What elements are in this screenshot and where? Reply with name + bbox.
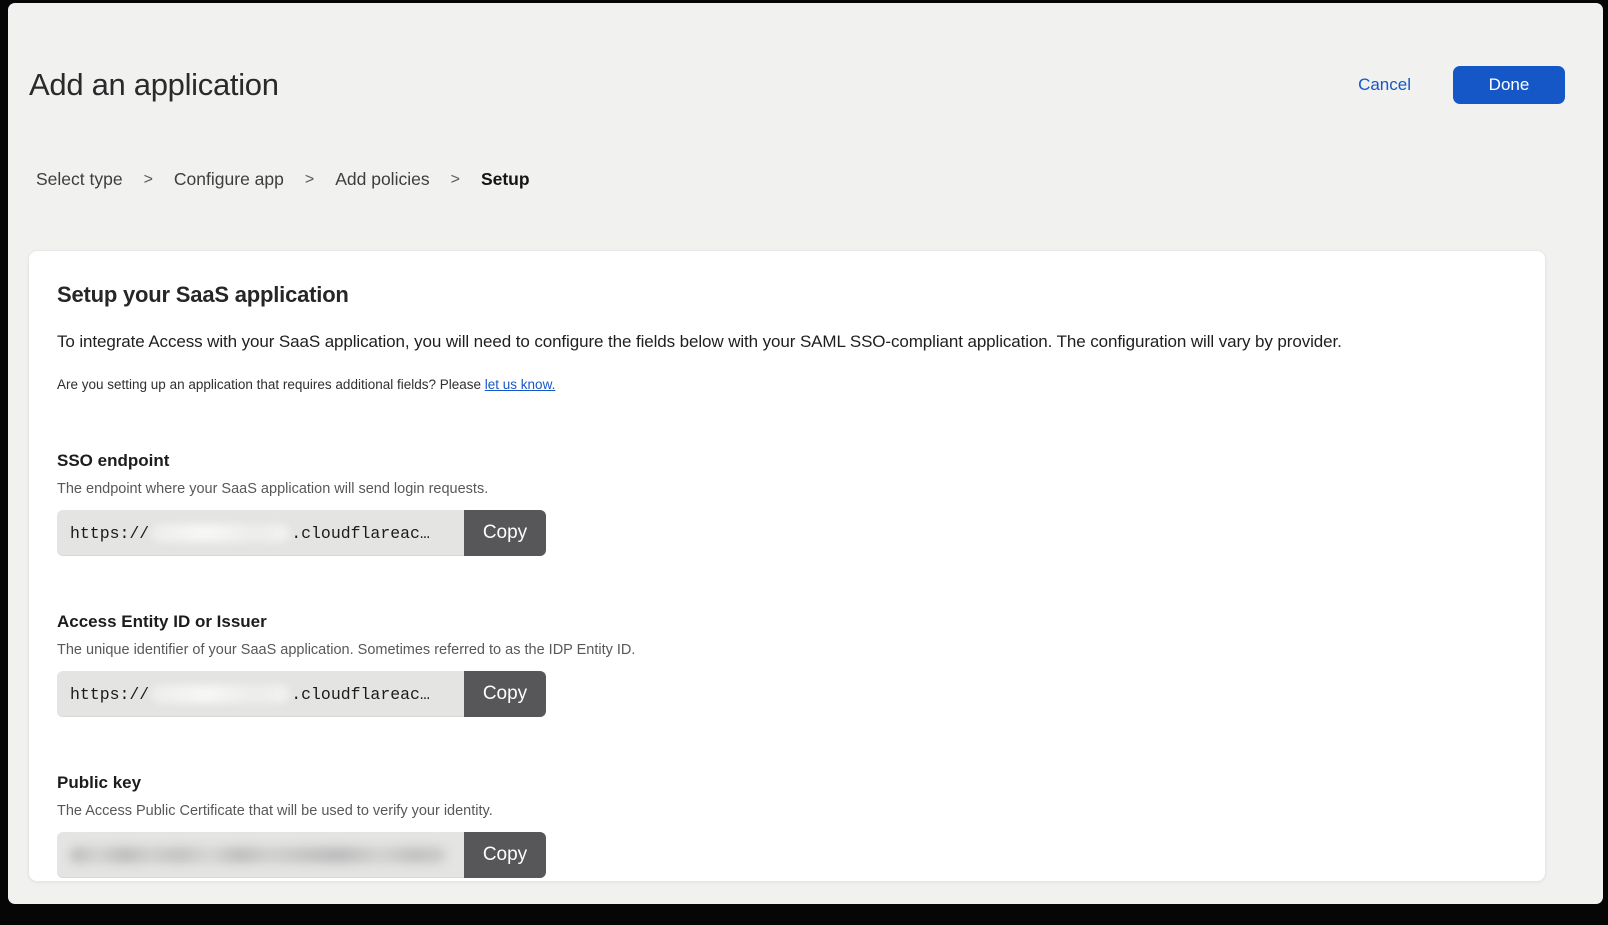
- redacted-blur: [151, 685, 289, 703]
- breadcrumb-item-configure-app[interactable]: Configure app: [174, 169, 284, 190]
- redacted-blur: [70, 847, 446, 863]
- public-key-description: The Access Public Certificate that will …: [57, 803, 1517, 819]
- sso-endpoint-section: SSO endpoint The endpoint where your Saa…: [57, 451, 1517, 556]
- additional-fields-note: Are you setting up an application that r…: [57, 377, 1517, 392]
- done-button[interactable]: Done: [1453, 66, 1565, 104]
- setup-card: Setup your SaaS application To integrate…: [28, 250, 1546, 882]
- card-heading: Setup your SaaS application: [57, 282, 1517, 308]
- entity-id-copy-row: https:// .cloudflareac… Copy: [57, 671, 546, 717]
- breadcrumb-separator: >: [451, 171, 460, 189]
- breadcrumb-item-select-type[interactable]: Select type: [36, 169, 123, 190]
- url-suffix: .cloudflareac…: [291, 524, 430, 543]
- entity-id-section: Access Entity ID or Issuer The unique id…: [57, 612, 1517, 717]
- entity-id-value: https:// .cloudflareac…: [57, 671, 464, 717]
- public-key-section: Public key The Access Public Certificate…: [57, 773, 1517, 878]
- breadcrumb-item-add-policies[interactable]: Add policies: [335, 169, 429, 190]
- public-key-label: Public key: [57, 773, 1517, 793]
- note-text: Are you setting up an application that r…: [57, 377, 485, 392]
- entity-id-label: Access Entity ID or Issuer: [57, 612, 1517, 632]
- breadcrumb-separator: >: [144, 171, 153, 189]
- sso-endpoint-copy-button[interactable]: Copy: [464, 510, 546, 556]
- page-title: Add an application: [29, 67, 279, 103]
- header-actions: Cancel Done: [1358, 66, 1565, 104]
- url-prefix: https://: [70, 685, 149, 704]
- public-key-copy-button[interactable]: Copy: [464, 832, 546, 878]
- sso-endpoint-value: https:// .cloudflareac…: [57, 510, 464, 556]
- sso-endpoint-label: SSO endpoint: [57, 451, 1517, 471]
- redacted-blur: [151, 524, 289, 542]
- url-prefix: https://: [70, 524, 149, 543]
- card-description: To integrate Access with your SaaS appli…: [57, 332, 1517, 352]
- breadcrumb-separator: >: [305, 171, 314, 189]
- entity-id-description: The unique identifier of your SaaS appli…: [57, 642, 1517, 658]
- breadcrumb: Select type > Configure app > Add polici…: [36, 169, 530, 190]
- sso-endpoint-copy-row: https:// .cloudflareac… Copy: [57, 510, 546, 556]
- sso-endpoint-description: The endpoint where your SaaS application…: [57, 481, 1517, 497]
- cancel-button[interactable]: Cancel: [1358, 75, 1411, 95]
- app-window: Add an application Cancel Done Select ty…: [8, 3, 1603, 904]
- let-us-know-link[interactable]: let us know.: [485, 377, 556, 392]
- public-key-copy-row: Copy: [57, 832, 546, 878]
- url-suffix: .cloudflareac…: [291, 685, 430, 704]
- public-key-value: [57, 832, 464, 878]
- entity-id-copy-button[interactable]: Copy: [464, 671, 546, 717]
- breadcrumb-item-setup-current: Setup: [481, 169, 530, 190]
